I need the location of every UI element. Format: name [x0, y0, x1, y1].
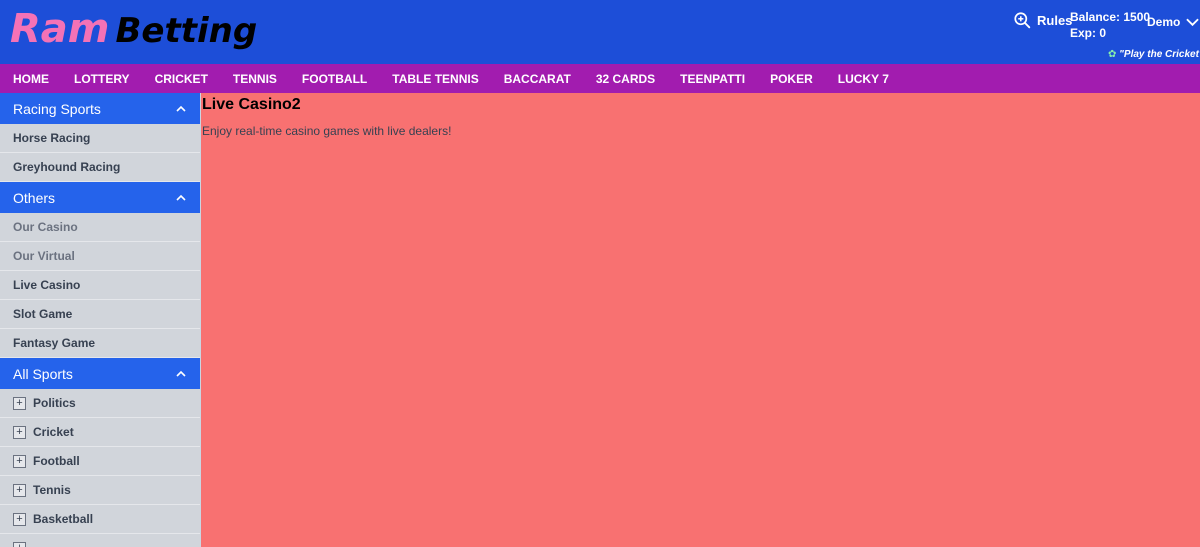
section-title: Racing Sports — [13, 100, 101, 117]
chevron-up-icon — [176, 105, 186, 112]
nav-poker[interactable]: POKER — [770, 72, 813, 86]
rules-label: Rules — [1037, 13, 1073, 28]
plus-icon: + — [13, 512, 26, 526]
sidebar-item-live-casino[interactable]: Live Casino — [0, 271, 200, 300]
chevron-up-icon — [176, 370, 186, 377]
sidebar-item-label: Politics — [33, 396, 76, 410]
nav-lucky-7[interactable]: LUCKY 7 — [838, 72, 889, 86]
sidebar-item-fantasy-game[interactable]: Fantasy Game — [0, 329, 200, 358]
marquee-text: "Play the Cricket — [1119, 49, 1199, 60]
nav-cricket[interactable]: CRICKET — [155, 72, 208, 86]
header: Ram Betting Rules Balance: 1500 Exp: 0 De… — [0, 0, 1200, 64]
exposure-text: Exp: 0 — [1070, 26, 1107, 40]
page-subtitle: Enjoy real-time casino games with live d… — [202, 124, 452, 138]
main-content: Live Casino2 Enjoy real-time casino game… — [200, 93, 1200, 547]
section-title: All Sports — [13, 365, 73, 382]
sidebar-item-politics[interactable]: + Politics — [0, 389, 200, 418]
main-nav: HOME LOTTERY CRICKET TENNIS FOOTBALL TAB… — [0, 64, 1200, 93]
chevron-down-icon — [1186, 18, 1200, 26]
logo[interactable]: Ram Betting — [10, 6, 257, 52]
nav-table-tennis[interactable]: TABLE TENNIS — [392, 72, 478, 86]
sidebar-item-basketball[interactable]: + Basketball — [0, 505, 200, 534]
nav-lottery[interactable]: LOTTERY — [74, 72, 130, 86]
nav-tennis[interactable]: TENNIS — [233, 72, 277, 86]
balance-text: Balance: 1500 — [1070, 10, 1151, 24]
nav-football[interactable]: FOOTBALL — [302, 72, 367, 86]
sidebar-item-our-casino[interactable]: Our Casino — [0, 213, 200, 242]
sidebar-item-label: Cricket — [33, 425, 74, 439]
logo-ram: Ram — [10, 6, 110, 52]
plus-icon: + — [13, 396, 26, 410]
chevron-up-icon — [176, 194, 186, 201]
sidebar-item-label: Tennis — [33, 483, 71, 497]
nav-teenpatti[interactable]: TEENPATTI — [680, 72, 745, 86]
plus-icon: + — [13, 541, 26, 547]
user-menu[interactable]: Demo — [1147, 15, 1200, 29]
section-all-sports[interactable]: All Sports — [0, 358, 200, 389]
logo-betting: Betting — [115, 11, 258, 51]
plus-icon: + — [13, 425, 26, 439]
sidebar-item-tennis[interactable]: + Tennis — [0, 476, 200, 505]
nav-32-cards[interactable]: 32 CARDS — [596, 72, 655, 86]
sidebar-item-label: Basketball — [33, 512, 94, 526]
sidebar-item-horse-racing[interactable]: Horse Racing — [0, 124, 200, 153]
sidebar-item-greyhound-racing[interactable]: Greyhound Racing — [0, 153, 200, 182]
section-racing-sports[interactable]: Racing Sports — [0, 93, 200, 124]
sidebar-item-football[interactable]: + Football — [0, 447, 200, 476]
section-title: Others — [13, 189, 56, 206]
sidebar-item-cricket[interactable]: + Cricket — [0, 418, 200, 447]
page-title: Live Casino2 — [202, 96, 301, 113]
rules-button[interactable]: Rules — [1014, 12, 1072, 29]
sidebar-item-slot-game[interactable]: Slot Game — [0, 300, 200, 329]
balance-info: Balance: 1500 Exp: 0 — [1070, 9, 1150, 41]
marquee-ticker: ✿ "Play the Cricket — [1108, 49, 1200, 60]
sidebar-item-label: Football — [33, 454, 80, 468]
sidebar-item-partial[interactable]: + — [0, 534, 200, 547]
cricket-icon: ✿ — [1108, 49, 1117, 60]
section-others[interactable]: Others — [0, 182, 200, 213]
nav-baccarat[interactable]: BACCARAT — [504, 72, 571, 86]
plus-icon: + — [13, 483, 26, 497]
zoom-in-icon — [1014, 12, 1031, 29]
sidebar-item-our-virtual[interactable]: Our Virtual — [0, 242, 200, 271]
sidebar: Racing Sports Horse Racing Greyhound Rac… — [0, 93, 200, 547]
nav-home[interactable]: HOME — [13, 72, 49, 86]
plus-icon: + — [13, 454, 26, 468]
user-name: Demo — [1147, 15, 1181, 29]
